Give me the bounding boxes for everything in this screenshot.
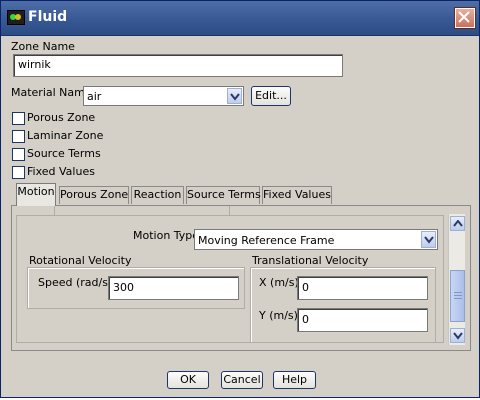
speed-input[interactable]: 300 xyxy=(108,276,239,300)
chevron-up-icon xyxy=(453,220,463,227)
checkbox-label: Porous Zone xyxy=(27,111,96,124)
close-icon xyxy=(458,11,470,23)
tab-motion[interactable]: Motion xyxy=(16,183,56,206)
motion-type-value: Moving Reference Frame xyxy=(198,234,335,247)
window-title: Fluid xyxy=(28,9,68,25)
material-select[interactable]: air xyxy=(83,86,244,106)
tab-source-terms[interactable]: Source Terms xyxy=(186,186,261,204)
x-velocity-label: X (m/s) xyxy=(259,276,299,289)
panel-scrollbar[interactable] xyxy=(448,214,465,345)
checkbox-label: Source Terms xyxy=(27,147,101,160)
zone-name-input[interactable]: wirnik xyxy=(13,54,343,77)
cancel-button[interactable]: Cancel xyxy=(221,371,263,389)
help-button[interactable]: Help xyxy=(273,371,316,389)
fluent-app-icon xyxy=(7,10,25,25)
checkbox-box[interactable] xyxy=(12,166,25,179)
scroll-up-button[interactable] xyxy=(450,216,465,231)
material-name-label: Material Name xyxy=(11,86,92,99)
fluid-dialog: Fluid Zone Name wirnik Material Name air… xyxy=(0,0,480,398)
checkbox-box[interactable] xyxy=(12,130,25,143)
ok-button[interactable]: OK xyxy=(167,371,209,389)
tab-reaction[interactable]: Reaction xyxy=(131,186,184,204)
tab-fixed-values[interactable]: Fixed Values xyxy=(262,186,332,204)
speed-label: Speed (rad/s) xyxy=(38,276,113,289)
x-velocity-input[interactable]: 0 xyxy=(297,276,428,300)
scroll-thumb[interactable] xyxy=(450,270,465,322)
motion-type-label: Motion Type xyxy=(133,229,200,242)
checkbox-box[interactable] xyxy=(12,148,25,161)
checkbox-label: Fixed Values xyxy=(27,165,95,178)
chevron-down-icon[interactable] xyxy=(227,88,242,104)
scroll-down-button[interactable] xyxy=(450,328,465,343)
tab-porous-zone[interactable]: Porous Zone xyxy=(59,186,129,204)
checkbox-label: Laminar Zone xyxy=(27,129,104,142)
rotational-velocity-title: Rotational Velocity xyxy=(29,254,132,267)
y-velocity-input[interactable]: 0 xyxy=(297,308,428,332)
zone-name-label: Zone Name xyxy=(11,40,75,53)
chevron-down-icon[interactable] xyxy=(421,231,436,248)
edit-material-button[interactable]: Edit... xyxy=(251,86,291,106)
checkbox-box[interactable] xyxy=(12,112,25,125)
y-velocity-label: Y (m/s) xyxy=(259,309,298,322)
chevron-down-icon xyxy=(453,332,463,340)
close-button[interactable] xyxy=(455,8,475,28)
translational-velocity-title: Translational Velocity xyxy=(252,254,369,267)
title-bar[interactable]: Fluid xyxy=(1,1,479,36)
material-select-value: air xyxy=(87,90,102,103)
motion-type-select[interactable]: Moving Reference Frame xyxy=(194,229,438,250)
